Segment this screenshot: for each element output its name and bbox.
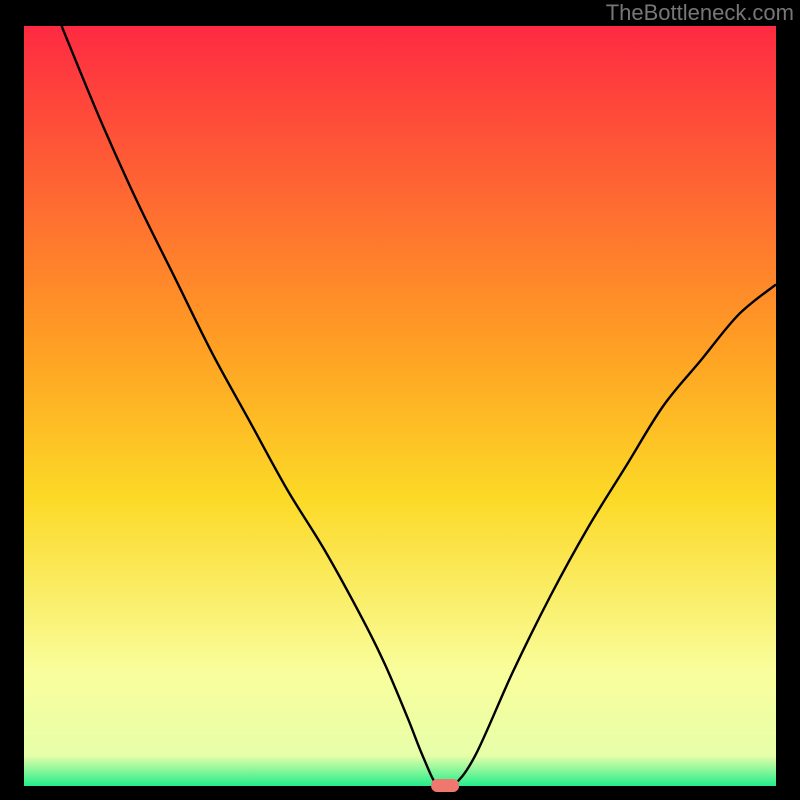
bottleneck-chart [0,26,800,800]
optimum-marker [431,779,459,792]
watermark-label: TheBottleneck.com [0,0,800,26]
chart-canvas [0,26,800,800]
